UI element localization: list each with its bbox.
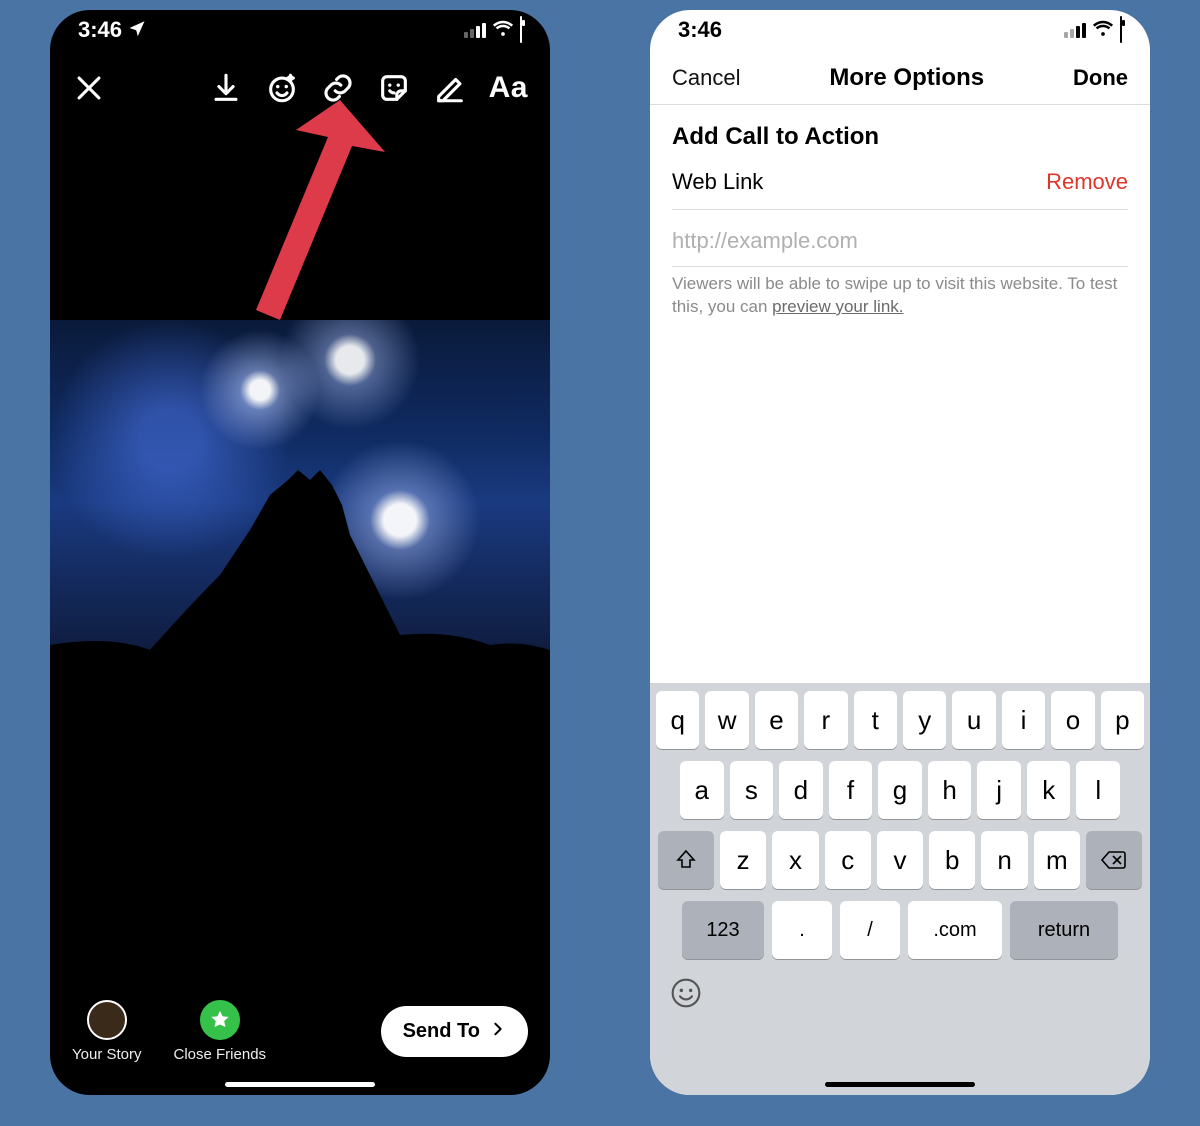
signal-icon — [1064, 23, 1086, 38]
key-p[interactable]: p — [1101, 691, 1144, 749]
battery-icon — [1120, 17, 1122, 43]
url-input[interactable]: http://example.com — [650, 210, 1150, 266]
text-button[interactable]: Aa — [489, 71, 528, 105]
status-bar: 3:46 — [50, 10, 550, 50]
page-title: More Options — [829, 64, 984, 92]
link-icon[interactable] — [321, 71, 355, 105]
key-i[interactable]: i — [1002, 691, 1045, 749]
key-y[interactable]: y — [903, 691, 946, 749]
done-button[interactable]: Done — [1073, 65, 1128, 91]
key-v[interactable]: v — [877, 831, 923, 889]
key-j[interactable]: j — [977, 761, 1021, 819]
web-link-label: Web Link — [672, 169, 763, 195]
key-z[interactable]: z — [720, 831, 766, 889]
key-g[interactable]: g — [878, 761, 922, 819]
key-u[interactable]: u — [952, 691, 995, 749]
key-123[interactable]: 123 — [682, 901, 764, 959]
key-a[interactable]: a — [680, 761, 724, 819]
key-x[interactable]: x — [772, 831, 818, 889]
key-dot[interactable]: . — [772, 901, 832, 959]
home-indicator — [825, 1082, 975, 1087]
key-q[interactable]: q — [656, 691, 699, 749]
key-f[interactable]: f — [829, 761, 873, 819]
signal-icon — [464, 23, 486, 38]
phone-story-editor: 3:46 — [50, 10, 550, 1095]
key-m[interactable]: m — [1034, 831, 1080, 889]
backspace-key[interactable] — [1086, 831, 1142, 889]
key-c[interactable]: c — [825, 831, 871, 889]
download-icon[interactable] — [209, 71, 243, 105]
key-k[interactable]: k — [1027, 761, 1071, 819]
annotation-arrow — [220, 100, 400, 340]
key-e[interactable]: e — [755, 691, 798, 749]
close-friends-button[interactable]: Close Friends — [174, 1000, 267, 1063]
status-bar: 3:46 — [650, 10, 1150, 50]
keyboard-row-4: 123 . / .com return — [656, 901, 1144, 959]
preview-link[interactable]: preview your link. — [772, 297, 903, 316]
key-n[interactable]: n — [981, 831, 1027, 889]
key-dotcom[interactable]: .com — [908, 901, 1002, 959]
avatar — [87, 1000, 127, 1040]
shift-key[interactable] — [658, 831, 714, 889]
story-image — [50, 320, 550, 685]
key-b[interactable]: b — [929, 831, 975, 889]
location-icon — [128, 17, 146, 43]
status-time: 3:46 — [678, 17, 722, 43]
key-h[interactable]: h — [928, 761, 972, 819]
battery-icon — [520, 17, 522, 43]
your-story-button[interactable]: Your Story — [72, 1000, 142, 1063]
nav-bar: Cancel More Options Done — [650, 50, 1150, 105]
key-o[interactable]: o — [1051, 691, 1094, 749]
key-w[interactable]: w — [705, 691, 748, 749]
key-slash[interactable]: / — [840, 901, 900, 959]
home-indicator — [225, 1082, 375, 1087]
emoji-button[interactable] — [670, 977, 702, 1014]
remove-button[interactable]: Remove — [1046, 169, 1128, 195]
close-button[interactable] — [72, 71, 106, 105]
key-l[interactable]: l — [1076, 761, 1120, 819]
phone-more-options: 3:46 Cancel More Options Done Add Call t… — [650, 10, 1150, 1095]
keyboard-row-2: a s d f g h j k l — [656, 761, 1144, 819]
star-icon — [200, 1000, 240, 1040]
key-s[interactable]: s — [730, 761, 774, 819]
effects-icon[interactable] — [265, 71, 299, 105]
keyboard-row-3: z x c v b n m — [656, 831, 1144, 889]
keyboard: q w e r t y u i o p a s d f g h j k l z — [650, 683, 1150, 1095]
editor-toolbar: Aa — [50, 58, 550, 118]
wifi-icon — [1092, 17, 1114, 43]
draw-icon[interactable] — [433, 71, 467, 105]
return-key[interactable]: return — [1010, 901, 1118, 959]
sticker-icon[interactable] — [377, 71, 411, 105]
key-r[interactable]: r — [804, 691, 847, 749]
story-bottom-bar: Your Story Close Friends Send To — [50, 1000, 550, 1063]
cancel-button[interactable]: Cancel — [672, 65, 740, 91]
section-heading: Add Call to Action — [672, 123, 1128, 151]
cta-section: Add Call to Action Web Link Remove — [650, 105, 1150, 209]
key-d[interactable]: d — [779, 761, 823, 819]
wifi-icon — [492, 17, 514, 43]
status-time: 3:46 — [78, 17, 122, 43]
keyboard-row-1: q w e r t y u i o p — [656, 691, 1144, 749]
help-text: Viewers will be able to swipe up to visi… — [650, 267, 1150, 319]
send-to-button[interactable]: Send To — [381, 1006, 528, 1057]
key-t[interactable]: t — [854, 691, 897, 749]
chevron-right-icon — [490, 1020, 506, 1043]
